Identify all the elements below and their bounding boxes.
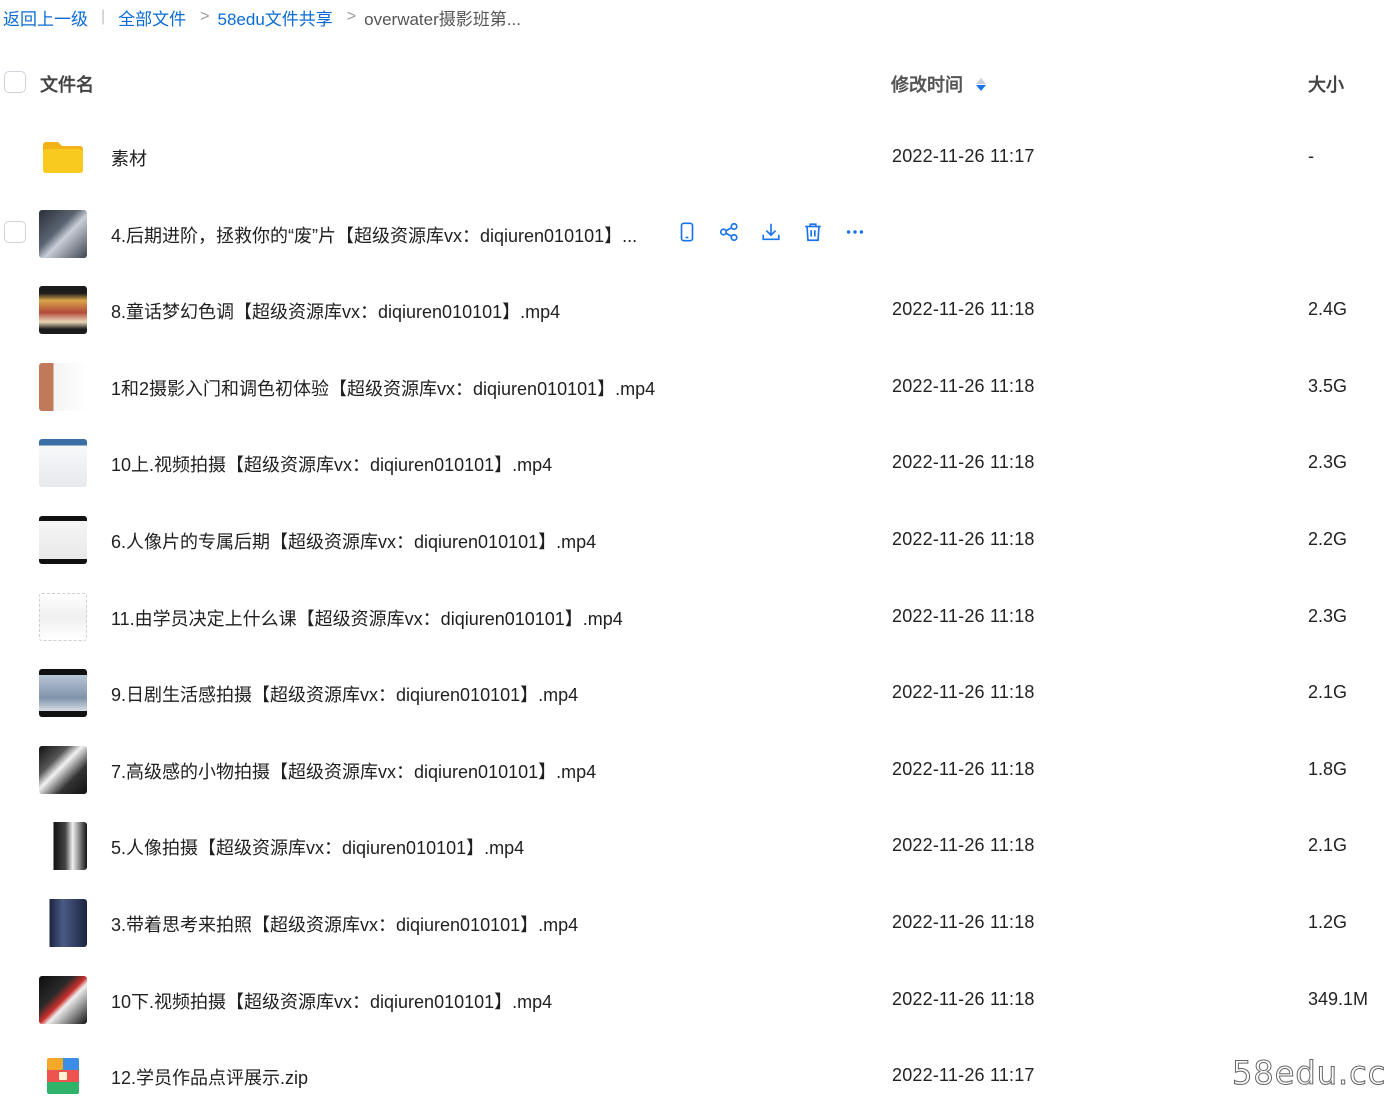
file-time: 2022-11-26 11:18 bbox=[892, 452, 1035, 473]
file-name[interactable]: 1和2摄影入门和调色初体验【超级资源库vx：diqiuren010101】.mp… bbox=[111, 375, 655, 401]
file-name[interactable]: 9.日剧生活感拍摄【超级资源库vx：diqiuren010101】.mp4 bbox=[111, 681, 578, 707]
breadcrumb-all-files[interactable]: 全部文件 bbox=[118, 5, 186, 30]
table-row[interactable]: 11.由学员决定上什么课【超级资源库vx：diqiuren010101】.mp4… bbox=[0, 579, 1390, 656]
column-header-time-label: 修改时间 bbox=[891, 75, 963, 95]
file-time: 2022-11-26 11:18 bbox=[892, 682, 1035, 703]
delete-icon[interactable] bbox=[801, 220, 825, 244]
file-name[interactable]: 10下.视频拍摄【超级资源库vx：diqiuren010101】.mp4 bbox=[111, 988, 552, 1014]
file-name[interactable]: 12.学员作品点评展示.zip bbox=[111, 1064, 308, 1090]
folder-icon bbox=[39, 133, 87, 181]
file-name[interactable]: 11.由学员决定上什么课【超级资源库vx：diqiuren010101】.mp4 bbox=[111, 605, 623, 631]
file-time: 2022-11-26 11:18 bbox=[892, 911, 1035, 932]
file-time: 2022-11-26 11:18 bbox=[892, 758, 1035, 779]
share-icon[interactable] bbox=[717, 220, 741, 244]
video-thumbnail bbox=[39, 515, 87, 564]
file-time: 2022-11-26 11:17 bbox=[892, 146, 1035, 166]
zip-archive-icon bbox=[39, 1052, 87, 1100]
file-time: 2022-11-26 11:18 bbox=[892, 835, 1035, 856]
breadcrumb-divider: | bbox=[101, 8, 106, 25]
back-link[interactable]: 返回上一级 bbox=[3, 5, 88, 30]
file-size: 2.4G bbox=[1308, 299, 1348, 320]
breadcrumb-arrow: > bbox=[200, 8, 210, 25]
video-thumbnail bbox=[39, 592, 87, 641]
file-name[interactable]: 素材 bbox=[111, 145, 147, 171]
file-name[interactable]: 4.后期进阶，拯救你的“废”片【超级资源库vx：diqiuren010101】.… bbox=[111, 222, 637, 248]
video-thumbnail bbox=[39, 286, 87, 335]
file-size: 349.1M bbox=[1308, 988, 1369, 1009]
video-thumbnail bbox=[39, 822, 87, 871]
row-actions bbox=[675, 220, 867, 244]
file-size: 2.1G bbox=[1308, 835, 1348, 856]
breadcrumb-arrow: > bbox=[346, 8, 357, 25]
video-thumbnail bbox=[39, 669, 87, 718]
table-row[interactable]: 12.学员作品点评展示.zip 2022-11-26 11:17 bbox=[0, 1038, 1390, 1109]
file-time: 2022-11-26 11:17 bbox=[892, 1065, 1035, 1086]
table-row[interactable]: 9.日剧生活感拍摄【超级资源库vx：diqiuren010101】.mp4 20… bbox=[0, 655, 1390, 732]
table-row[interactable]: 5.人像拍摄【超级资源库vx：diqiuren010101】.mp4 2022-… bbox=[0, 808, 1390, 885]
file-name[interactable]: 7.高级感的小物拍摄【超级资源库vx：diqiuren010101】.mp4 bbox=[111, 758, 596, 784]
file-browser: 返回上一级 | 全部文件 > 58edu文件共享 > overwater摄影班第… bbox=[0, 0, 1390, 1109]
breadcrumb: 返回上一级 | 全部文件 > 58edu文件共享 > overwater摄影班第… bbox=[3, 4, 521, 30]
video-thumbnail bbox=[39, 362, 87, 411]
phone-icon[interactable] bbox=[675, 220, 699, 244]
file-name[interactable]: 6.人像片的专属后期【超级资源库vx：diqiuren010101】.mp4 bbox=[111, 528, 596, 554]
column-header-name[interactable]: 文件名 bbox=[40, 71, 94, 97]
file-size: 3.5G bbox=[1308, 375, 1348, 396]
video-thumbnail bbox=[39, 439, 87, 488]
row-checkbox[interactable] bbox=[4, 220, 26, 243]
file-time: 2022-11-26 11:18 bbox=[892, 299, 1035, 320]
file-list-header: 文件名 修改时间 大小 bbox=[0, 62, 1390, 102]
breadcrumb-current: overwater摄影班第... bbox=[364, 9, 521, 29]
sort-icon[interactable] bbox=[976, 77, 986, 91]
file-size: 2.3G bbox=[1308, 452, 1348, 473]
file-size: 1.2G bbox=[1308, 911, 1348, 932]
table-row[interactable]: 素材 2022-11-26 11:17 - bbox=[0, 119, 1390, 196]
file-name[interactable]: 5.人像拍摄【超级资源库vx：diqiuren010101】.mp4 bbox=[111, 834, 524, 860]
table-row[interactable]: 6.人像片的专属后期【超级资源库vx：diqiuren010101】.mp4 2… bbox=[0, 502, 1390, 579]
table-row[interactable]: 8.童话梦幻色调【超级资源库vx：diqiuren010101】.mp4 202… bbox=[0, 272, 1390, 349]
table-row[interactable]: 4.后期进阶，拯救你的“废”片【超级资源库vx：diqiuren010101】.… bbox=[0, 196, 1390, 273]
file-size: 2.2G bbox=[1308, 528, 1348, 549]
video-thumbnail bbox=[39, 898, 87, 947]
file-size: - bbox=[1308, 146, 1314, 166]
download-icon[interactable] bbox=[759, 220, 783, 244]
file-time: 2022-11-26 11:18 bbox=[892, 528, 1035, 549]
breadcrumb-share-folder[interactable]: 58edu文件共享 bbox=[218, 5, 333, 30]
video-thumbnail bbox=[39, 975, 87, 1024]
file-list: 素材 2022-11-26 11:17 - 4.后期进阶，拯救你的“废”片【超级… bbox=[0, 119, 1390, 1109]
table-row[interactable]: 1和2摄影入门和调色初体验【超级资源库vx：diqiuren010101】.mp… bbox=[0, 349, 1390, 426]
table-row[interactable]: 7.高级感的小物拍摄【超级资源库vx：diqiuren010101】.mp4 2… bbox=[0, 732, 1390, 809]
file-name[interactable]: 3.带着思考来拍照【超级资源库vx：diqiuren010101】.mp4 bbox=[111, 911, 578, 937]
column-header-time[interactable]: 修改时间 bbox=[891, 71, 986, 97]
table-row[interactable]: 10下.视频拍摄【超级资源库vx：diqiuren010101】.mp4 202… bbox=[0, 962, 1390, 1039]
file-name[interactable]: 8.童话梦幻色调【超级资源库vx：diqiuren010101】.mp4 bbox=[111, 298, 560, 324]
file-size: 2.1G bbox=[1308, 682, 1348, 703]
file-name[interactable]: 10上.视频拍摄【超级资源库vx：diqiuren010101】.mp4 bbox=[111, 451, 552, 477]
file-size: 2.3G bbox=[1308, 605, 1348, 626]
file-time: 2022-11-26 11:18 bbox=[892, 375, 1035, 396]
file-time: 2022-11-26 11:18 bbox=[892, 605, 1035, 626]
file-size: 1.8G bbox=[1308, 758, 1348, 779]
file-time: 2022-11-26 11:18 bbox=[892, 988, 1035, 1009]
table-row[interactable]: 3.带着思考来拍照【超级资源库vx：diqiuren010101】.mp4 20… bbox=[0, 885, 1390, 962]
column-header-size[interactable]: 大小 bbox=[1308, 71, 1344, 97]
watermark: 58edu.cc bbox=[1231, 1054, 1387, 1093]
more-icon[interactable] bbox=[843, 220, 867, 244]
video-thumbnail bbox=[39, 745, 87, 794]
table-row[interactable]: 10上.视频拍摄【超级资源库vx：diqiuren010101】.mp4 202… bbox=[0, 425, 1390, 502]
select-all-checkbox[interactable] bbox=[4, 71, 26, 93]
video-thumbnail bbox=[39, 209, 87, 258]
